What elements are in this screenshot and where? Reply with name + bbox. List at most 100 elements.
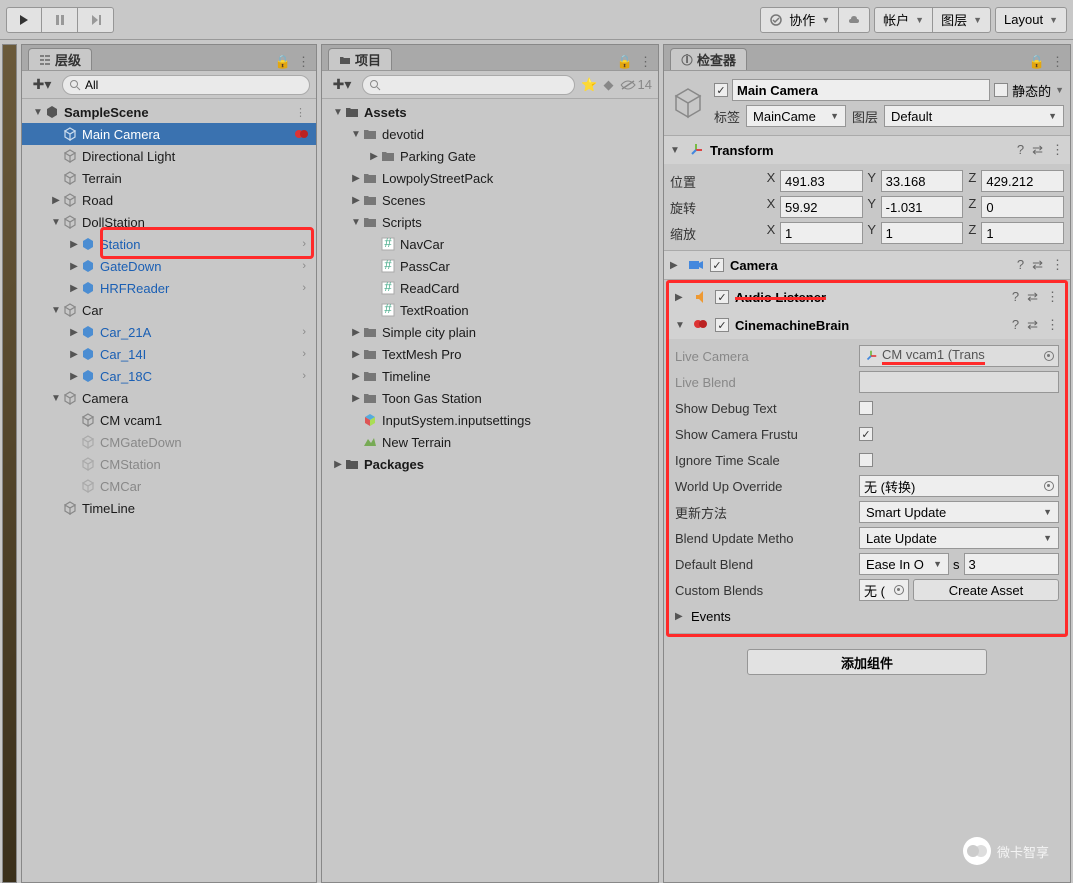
layer-dropdown[interactable]: Default▼ xyxy=(884,105,1064,127)
pos-y[interactable]: 33.168 xyxy=(881,170,964,192)
show-debug-checkbox[interactable] xyxy=(859,401,873,415)
station-node[interactable]: ▶Station› xyxy=(22,233,316,255)
camera-enabled[interactable] xyxy=(710,258,724,272)
transform-header[interactable]: ▼Transform?⇄⋮ xyxy=(664,136,1070,164)
camera-node[interactable]: ▼Camera xyxy=(22,387,316,409)
dollstation-node[interactable]: ▼DollStation xyxy=(22,211,316,233)
account-dropdown[interactable]: 帐户▼ xyxy=(874,7,933,33)
static-checkbox[interactable] xyxy=(994,83,1008,97)
car21a-node[interactable]: ▶Car_21A› xyxy=(22,321,316,343)
hierarchy-search-input[interactable] xyxy=(85,78,303,92)
parking-gate-node[interactable]: ▶Parking Gate xyxy=(322,145,658,167)
tag-dropdown[interactable]: MainCame▼ xyxy=(746,105,846,127)
favorites-icon[interactable]: ⭐ xyxy=(581,77,597,93)
rot-x[interactable]: 59.92 xyxy=(780,196,863,218)
project-add-button[interactable]: ✚▾ xyxy=(328,75,356,95)
project-search[interactable] xyxy=(362,75,575,95)
world-up-field[interactable]: 无 (转换) xyxy=(859,475,1059,497)
cmstation-node[interactable]: CMStation xyxy=(22,453,316,475)
menu-icon[interactable]: ⋮ xyxy=(1046,317,1059,333)
car18c-node[interactable]: ▶Car_18C› xyxy=(22,365,316,387)
cloud-button[interactable] xyxy=(839,7,870,33)
cmvcam1-node[interactable]: CM vcam1 xyxy=(22,409,316,431)
devotid-node[interactable]: ▼devotid xyxy=(322,123,658,145)
show-frustum-checkbox[interactable] xyxy=(859,427,873,441)
navcar-node[interactable]: #NavCar xyxy=(322,233,658,255)
pos-z[interactable]: 429.212 xyxy=(981,170,1064,192)
panel-lock-icon[interactable]: 🔒 xyxy=(275,54,291,70)
brain-header[interactable]: ▼CinemachineBrain?⇄⋮ xyxy=(669,311,1065,339)
newterrain-node[interactable]: New Terrain xyxy=(322,431,658,453)
hierarchy-add-button[interactable]: ✚▾ xyxy=(28,75,56,95)
layers-dropdown[interactable]: 图层▼ xyxy=(933,7,991,33)
panel-menu-icon[interactable]: ⋮ xyxy=(639,54,652,70)
panel-lock-icon[interactable]: 🔒 xyxy=(1029,54,1045,70)
car-node[interactable]: ▼Car xyxy=(22,299,316,321)
scripts-node[interactable]: ▼Scripts xyxy=(322,211,658,233)
default-blend-duration[interactable]: 3 xyxy=(964,553,1060,575)
project-tab[interactable]: 项目 xyxy=(328,48,392,70)
inputsystem-node[interactable]: InputSystem.inputsettings xyxy=(322,409,658,431)
rot-y[interactable]: -1.031 xyxy=(881,196,964,218)
scale-x[interactable]: 1 xyxy=(780,222,863,244)
scale-z[interactable]: 1 xyxy=(981,222,1064,244)
project-search-input[interactable] xyxy=(385,78,568,92)
timeline-node[interactable]: TimeLine xyxy=(22,497,316,519)
assets-node[interactable]: ▼Assets xyxy=(322,101,658,123)
layout-dropdown[interactable]: Layout▼ xyxy=(995,7,1067,33)
cmcar-node[interactable]: CMCar xyxy=(22,475,316,497)
timeline-folder-node[interactable]: ▶Timeline xyxy=(322,365,658,387)
scene-menu-icon[interactable]: ⋮ xyxy=(291,106,310,119)
events-label[interactable]: Events xyxy=(691,609,731,624)
readcard-node[interactable]: #ReadCard xyxy=(322,277,658,299)
play-button[interactable] xyxy=(6,7,42,33)
blend-update-dropdown[interactable]: Late Update▼ xyxy=(859,527,1059,549)
scenes-node[interactable]: ▶Scenes xyxy=(322,189,658,211)
rot-z[interactable]: 0 xyxy=(981,196,1064,218)
preset-icon[interactable]: ⇄ xyxy=(1027,317,1038,333)
directional-light-node[interactable]: Directional Light xyxy=(22,145,316,167)
help-icon[interactable]: ? xyxy=(1017,142,1024,158)
menu-icon[interactable]: ⋮ xyxy=(1051,142,1064,158)
toongas-node[interactable]: ▶Toon Gas Station xyxy=(322,387,658,409)
audiolistener-header[interactable]: ▶Audio Listener?⇄⋮ xyxy=(669,283,1065,311)
terrain-node[interactable]: Terrain xyxy=(22,167,316,189)
cmgatedown-node[interactable]: CMGateDown xyxy=(22,431,316,453)
camera-header[interactable]: ▶Camera?⇄⋮ xyxy=(664,251,1070,279)
scale-y[interactable]: 1 xyxy=(881,222,964,244)
create-asset-button[interactable]: Create Asset xyxy=(913,579,1059,601)
textmesh-node[interactable]: ▶TextMesh Pro xyxy=(322,343,658,365)
gatedown-node[interactable]: ▶GateDown› xyxy=(22,255,316,277)
road-node[interactable]: ▶Road xyxy=(22,189,316,211)
simplecity-node[interactable]: ▶Simple city plain xyxy=(322,321,658,343)
passcar-node[interactable]: #PassCar xyxy=(322,255,658,277)
hierarchy-search[interactable] xyxy=(62,75,310,95)
hrfreader-node[interactable]: ▶HRFReader› xyxy=(22,277,316,299)
pause-button[interactable] xyxy=(42,7,78,33)
textrotation-node[interactable]: #TextRoation xyxy=(322,299,658,321)
preset-icon[interactable]: ⇄ xyxy=(1032,257,1043,273)
step-button[interactable] xyxy=(78,7,114,33)
label-icon[interactable]: ◆ xyxy=(604,77,614,93)
lowpoly-node[interactable]: ▶LowpolyStreetPack xyxy=(322,167,658,189)
panel-menu-icon[interactable]: ⋮ xyxy=(297,54,310,70)
help-icon[interactable]: ? xyxy=(1012,317,1019,333)
menu-icon[interactable]: ⋮ xyxy=(1051,257,1064,273)
add-component-button[interactable]: 添加组件 xyxy=(747,649,987,675)
packages-node[interactable]: ▶Packages xyxy=(322,453,658,475)
audio-enabled[interactable] xyxy=(715,290,729,304)
car14i-node[interactable]: ▶Car_14I› xyxy=(22,343,316,365)
scene-node[interactable]: ▼SampleScene⋮ xyxy=(22,101,316,123)
custom-blends-field[interactable]: 无 ( xyxy=(859,579,909,601)
pos-x[interactable]: 491.83 xyxy=(780,170,863,192)
gameobject-name-field[interactable]: Main Camera xyxy=(732,79,990,101)
active-checkbox[interactable] xyxy=(714,83,728,97)
collab-dropdown[interactable]: 协作▼ xyxy=(760,7,839,33)
inspector-tab[interactable]: i检查器 xyxy=(670,48,747,70)
panel-lock-icon[interactable]: 🔒 xyxy=(617,54,633,70)
default-blend-dropdown[interactable]: Ease In O▼ xyxy=(859,553,949,575)
help-icon[interactable]: ? xyxy=(1017,257,1024,273)
update-method-dropdown[interactable]: Smart Update▼ xyxy=(859,501,1059,523)
hierarchy-tab[interactable]: 层级 xyxy=(28,48,92,70)
live-camera-field[interactable]: CM vcam1 (Trans xyxy=(859,345,1059,367)
